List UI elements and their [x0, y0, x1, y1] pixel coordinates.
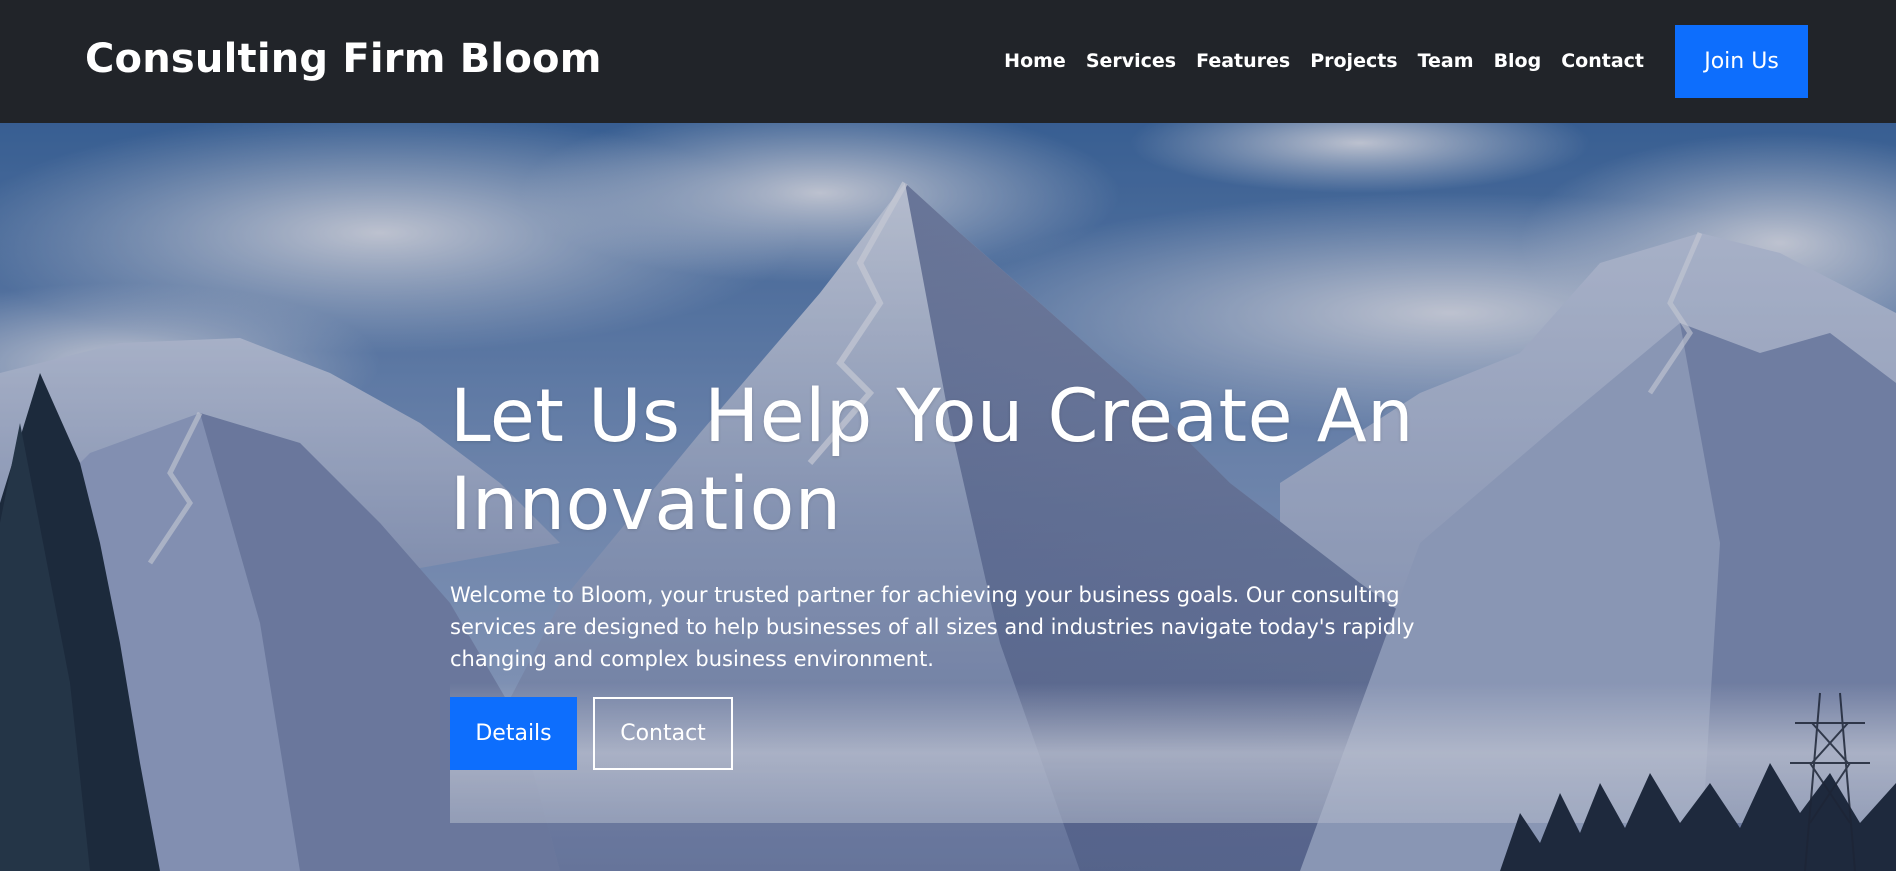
contact-button[interactable]: Contact	[593, 697, 733, 770]
nav-menu: Home Services Features Projects Team Blo…	[994, 52, 1654, 71]
nav-link-services[interactable]: Services	[1076, 52, 1186, 71]
nav-right: Home Services Features Projects Team Blo…	[994, 25, 1808, 98]
top-navbar: Consulting Firm Bloom Home Services Feat…	[0, 0, 1896, 123]
nav-link-projects[interactable]: Projects	[1300, 52, 1407, 71]
brand-logo-link[interactable]: Consulting Firm Bloom	[85, 39, 602, 79]
hero-buttons: Details Contact	[450, 697, 1450, 770]
join-us-button[interactable]: Join Us	[1675, 25, 1808, 98]
nav-link-home[interactable]: Home	[994, 52, 1076, 71]
hero-title: Let Us Help You Create An Innovation	[450, 374, 1414, 547]
nav-link-contact[interactable]: Contact	[1551, 52, 1654, 71]
nav-link-blog[interactable]: Blog	[1484, 52, 1552, 71]
hero-content: Let Us Help You Create An Innovation Wel…	[450, 373, 1450, 770]
nav-link-features[interactable]: Features	[1186, 52, 1300, 71]
details-button[interactable]: Details	[450, 697, 577, 770]
hero-section: Let Us Help You Create An Innovation Wel…	[0, 123, 1896, 871]
nav-link-team[interactable]: Team	[1408, 52, 1484, 71]
hero-description: Welcome to Bloom, your trusted partner f…	[450, 583, 1415, 671]
